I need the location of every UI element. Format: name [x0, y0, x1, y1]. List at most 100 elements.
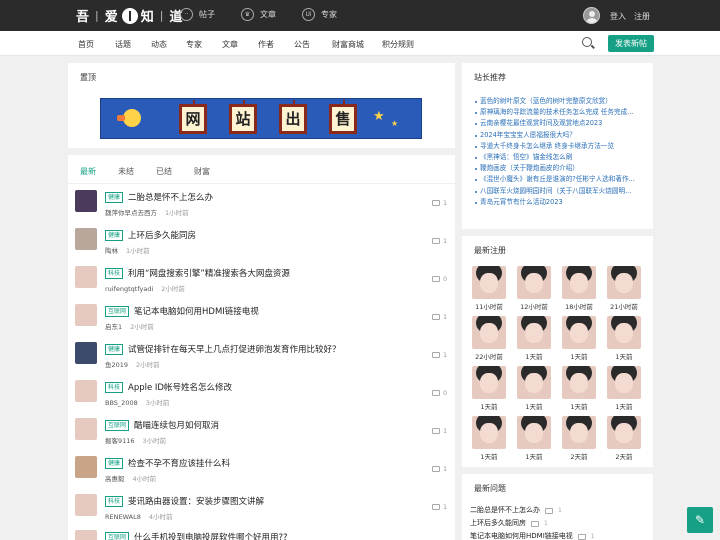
category-tag[interactable]: 健康 [105, 229, 124, 241]
recommend-item[interactable]: 《混世小魔头》谢有丘是谁演的?任彬宁人选和著作... [475, 174, 650, 185]
tab-latest[interactable]: 最新 [80, 166, 96, 177]
recommend-item[interactable]: 鞭炮画皮（关于鞭炮画皮的介绍） [475, 163, 650, 174]
member-card[interactable]: 18小时前 [562, 266, 596, 311]
member-avatar[interactable] [517, 266, 551, 299]
category-tag[interactable]: 科技 [105, 381, 124, 393]
feed-row[interactable]: 健康 试管促排针在每天早上几点打促进卵泡发育作用比较好？ 鱼2019 2小时前 1 [68, 336, 455, 374]
recommend-item[interactable]: 原神璃海的寻踪流量的技术任务怎么完成 任务完成... [475, 107, 650, 118]
tab-wealth[interactable]: 财富 [194, 166, 210, 177]
member-card[interactable]: 21小时前 [607, 266, 641, 311]
user-thumb[interactable] [75, 456, 97, 478]
user-thumb[interactable] [75, 304, 97, 326]
member-avatar[interactable] [562, 366, 596, 399]
member-card[interactable]: 1天前 [517, 316, 551, 361]
member-card[interactable]: 2天前 [562, 416, 596, 461]
member-card[interactable]: 12小时前 [517, 266, 551, 311]
post-author[interactable]: 启东1 [105, 323, 122, 331]
post-title[interactable]: Apple ID帐号姓名怎么修改 [128, 381, 232, 393]
user-avatar-icon[interactable] [583, 7, 600, 24]
member-card[interactable]: 11小时前 [472, 266, 506, 311]
question-item[interactable]: 上环后多久能同房 1 [470, 517, 595, 530]
post-title[interactable]: 笔记本电脑如何用HDMI链接电视 [134, 305, 259, 317]
feed-row[interactable]: 健康 二胎总是怀不上怎么办 魏萍你早点去西方 1小时前 1 [68, 184, 455, 222]
site-logo[interactable]: 吾 | 爱 知 | 道 [76, 6, 184, 25]
feed-row[interactable]: 互联网 酷喵连续包月如何取消 掘客9116 3小时前 1 [68, 412, 455, 450]
post-title[interactable]: 试管促排针在每天早上几点打促进卵泡发育作用比较好？ [128, 343, 341, 355]
post-author[interactable]: ruifengtqtfyadi [105, 285, 153, 293]
category-tag[interactable]: 健康 [105, 343, 124, 355]
category-tag[interactable]: 健康 [105, 191, 124, 203]
member-avatar[interactable] [472, 416, 506, 449]
recommend-item[interactable]: 《黑神话：悟空》锚金线怎么刷 [475, 152, 650, 163]
user-thumb[interactable] [75, 266, 97, 288]
user-thumb[interactable] [75, 418, 97, 440]
category-tag[interactable]: 健康 [105, 457, 124, 469]
login-link[interactable]: 登入 [610, 11, 626, 22]
category-tag[interactable]: 科技 [105, 267, 124, 279]
top-nav-articles[interactable]: ♛ 文章 [241, 8, 276, 21]
post-author[interactable]: 掘客9116 [105, 437, 135, 445]
post-author[interactable]: 高惠毅 [105, 475, 125, 483]
top-nav-experts[interactable]: Ui 专家 [302, 8, 337, 21]
feed-row[interactable]: 健康 上环后多久能同房 陶林 1小时前 1 [68, 222, 455, 260]
post-title[interactable]: 检查不孕不育应该挂什么科 [128, 457, 230, 469]
question-item[interactable]: 二胎总是怀不上怎么办 1 [470, 504, 595, 517]
member-avatar[interactable] [607, 366, 641, 399]
member-card[interactable]: 22小时前 [472, 316, 506, 361]
tab-resolved[interactable]: 已结 [156, 166, 172, 177]
member-avatar[interactable] [472, 316, 506, 349]
post-title[interactable]: 酷喵连续包月如何取消 [134, 419, 219, 431]
search-icon[interactable] [582, 37, 592, 47]
member-avatar[interactable] [472, 366, 506, 399]
nav-topics[interactable]: 话题 [115, 39, 151, 50]
user-thumb[interactable] [75, 530, 97, 540]
member-avatar[interactable] [517, 366, 551, 399]
member-avatar[interactable] [517, 316, 551, 349]
category-tag[interactable]: 互联网 [105, 305, 130, 317]
member-avatar[interactable] [607, 266, 641, 299]
member-card[interactable]: 1天前 [517, 416, 551, 461]
member-avatar[interactable] [562, 316, 596, 349]
member-card[interactable]: 1天前 [472, 366, 506, 411]
member-avatar[interactable] [562, 266, 596, 299]
post-title[interactable]: 上环后多久能同房 [128, 229, 196, 241]
member-card[interactable]: 1天前 [607, 366, 641, 411]
edit-pencil-icon[interactable]: ✎ [687, 507, 713, 533]
recommend-item[interactable]: 八国联军火烧圆明园时间（关于八国联军火烧圆明... [475, 186, 650, 197]
member-avatar[interactable] [607, 316, 641, 349]
post-title[interactable]: 二胎总是怀不上怎么办 [128, 191, 213, 203]
new-post-button[interactable]: 发表新帖 [608, 35, 654, 52]
nav-announcements[interactable]: 公告 [294, 39, 332, 50]
member-avatar[interactable] [607, 416, 641, 449]
feed-row[interactable]: 互联网 笔记本电脑如何用HDMI链接电视 启东1 2小时前 1 [68, 298, 455, 336]
category-tag[interactable]: 科技 [105, 495, 124, 507]
member-avatar[interactable] [562, 416, 596, 449]
post-author[interactable]: 魏萍你早点去西方 [105, 209, 157, 217]
nav-points-rules[interactable]: 积分规则 [382, 39, 432, 50]
feed-row[interactable]: 科技 利用“网盘搜索引擎”精准搜索各大网盘资源 ruifengtqtfyadi 2小… [68, 260, 455, 298]
post-author[interactable]: 鱼2019 [105, 361, 128, 369]
member-card[interactable]: 1天前 [472, 416, 506, 461]
member-card[interactable]: 1天前 [607, 316, 641, 361]
post-title[interactable]: 利用“网盘搜索引擎”精准搜索各大网盘资源 [128, 267, 290, 279]
question-item[interactable]: 笔记本电脑如何用HDMI链接电视 1 [470, 530, 595, 540]
nav-experts[interactable]: 专家 [186, 39, 222, 50]
user-thumb[interactable] [75, 190, 97, 212]
nav-activity[interactable]: 动态 [151, 39, 186, 50]
nav-home[interactable]: 首页 [78, 39, 115, 50]
user-thumb[interactable] [75, 494, 97, 516]
nav-authors[interactable]: 作者 [258, 39, 294, 50]
member-avatar[interactable] [517, 416, 551, 449]
feed-row[interactable]: 科技 Apple ID帐号姓名怎么修改 BBS_2008 3小时前 0 [68, 374, 455, 412]
recommend-item[interactable]: 云南亲樱花最佳观赏时间及观赏地点2023 [475, 118, 650, 129]
site-for-sale-banner[interactable]: 网 站 出 售 ★ ★ [100, 98, 422, 139]
post-author[interactable]: BBS_2008 [105, 399, 138, 407]
category-tag[interactable]: 互联网 [105, 531, 130, 540]
post-title[interactable]: 斐讯路由器设置：安装步骤图文讲解 [128, 495, 264, 507]
nav-mall[interactable]: 财富商城 [332, 39, 382, 50]
category-tag[interactable]: 互联网 [105, 419, 130, 431]
feed-row[interactable]: 健康 检查不孕不育应该挂什么科 高惠毅 4小时前 1 [68, 450, 455, 488]
member-avatar[interactable] [472, 266, 506, 299]
recommend-item[interactable]: 2024年宝宝宝人愿福报很大吗？ [475, 130, 650, 141]
recommend-item[interactable]: 蓝色的树叶原文（蓝色的树叶完整原文欣赏） [475, 96, 650, 107]
